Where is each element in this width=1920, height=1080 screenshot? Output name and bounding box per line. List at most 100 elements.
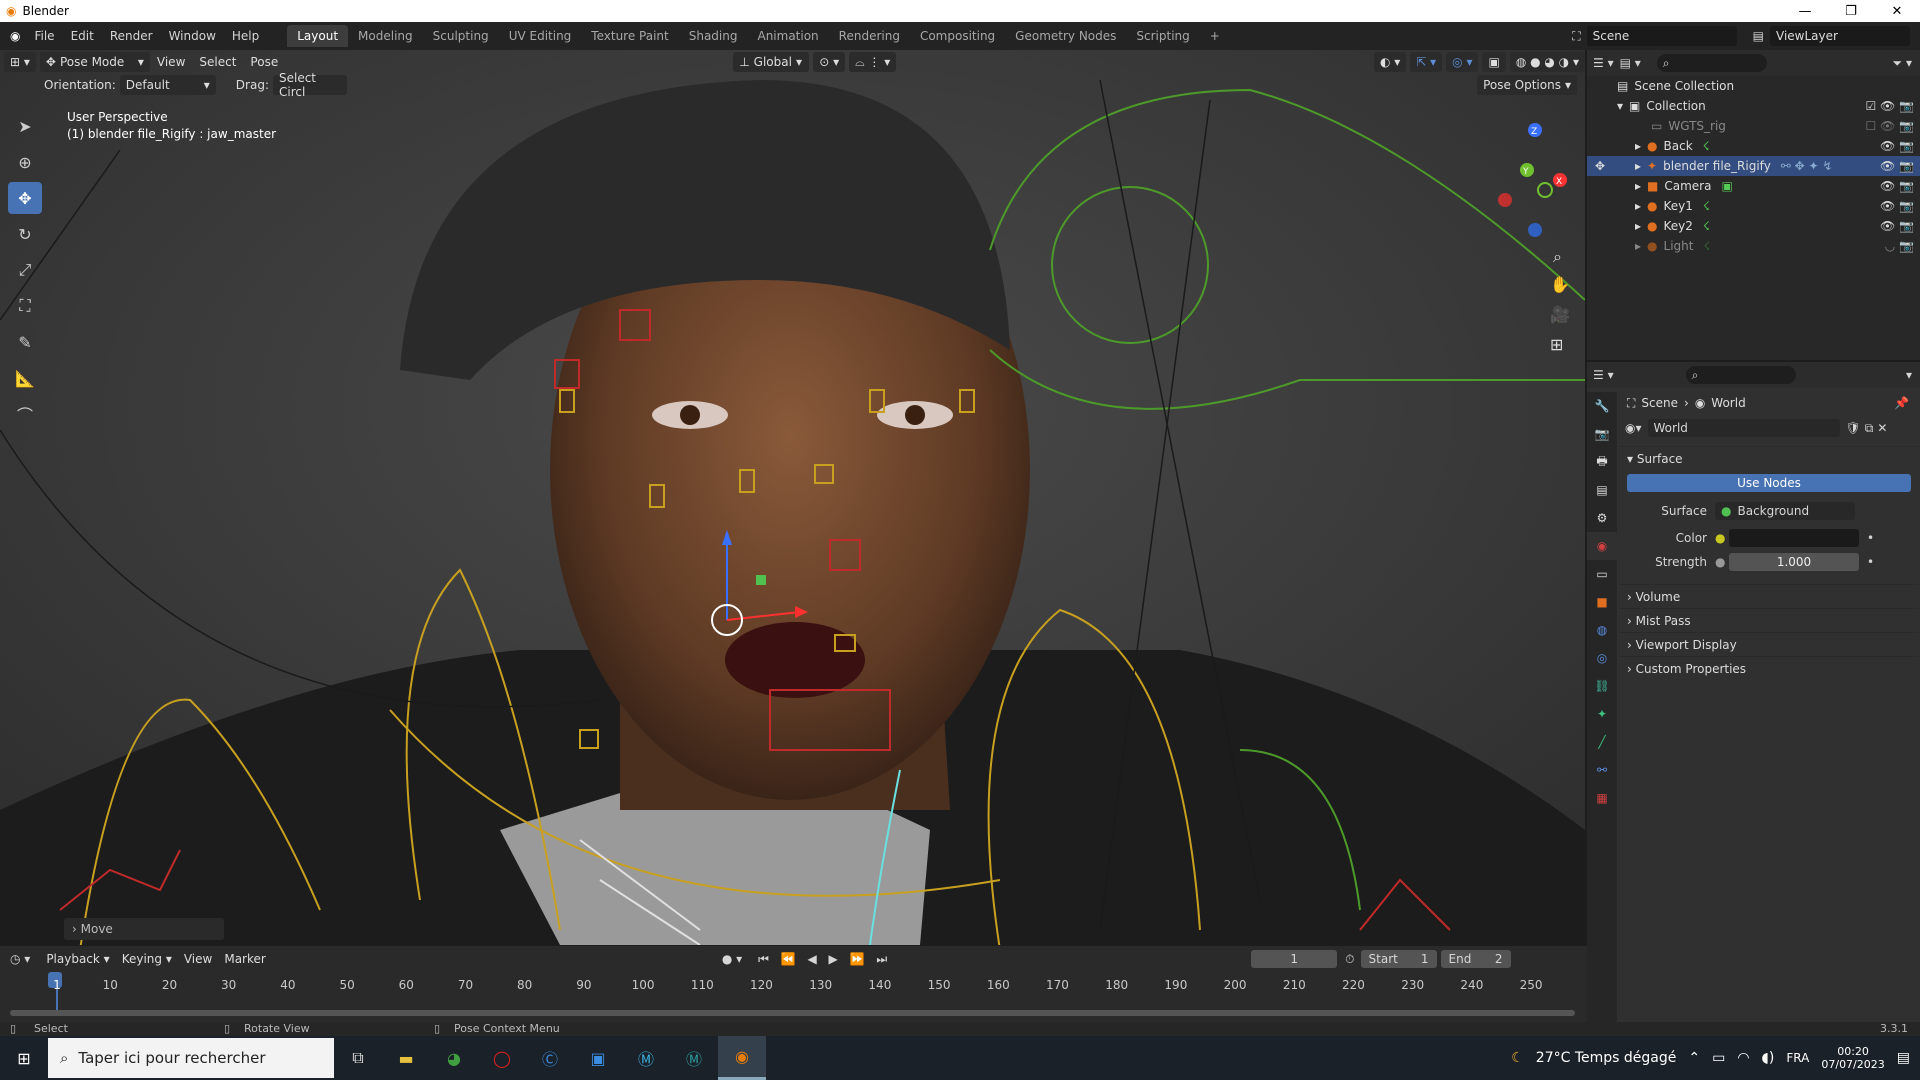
menu-playback[interactable]: Playback ▾ [40, 952, 115, 966]
outliner-item-rig[interactable]: ✥ ▸ ✦ blender file_Rigify ⚯ ✥ ✦ ↯ 👁 📷 [1587, 156, 1920, 176]
tab-uv-editing[interactable]: UV Editing [499, 25, 582, 47]
world-name-field[interactable]: World [1647, 419, 1840, 437]
weather-text[interactable]: 27°C Temps dégagé [1536, 1050, 1677, 1066]
maximize-button[interactable]: ❐ [1828, 4, 1874, 19]
menu-window[interactable]: Window [161, 29, 224, 43]
gizmo-toggle[interactable]: ⇱ ▾ [1410, 52, 1443, 72]
output-tab-icon[interactable]: 🖶 [1587, 448, 1617, 476]
surface-section[interactable]: ▾ Surface [1619, 446, 1919, 470]
tab-compositing[interactable]: Compositing [910, 25, 1005, 47]
modifier-tab-icon[interactable]: ◍ [1587, 616, 1617, 644]
outliner-collection[interactable]: ▾ ▣ Collection ☑ 👁 📷 [1587, 96, 1920, 116]
volume-icon[interactable]: ◖) [1762, 1050, 1775, 1066]
tool-tab-icon[interactable]: 🔧 [1587, 392, 1617, 420]
select-tool-icon[interactable]: ➤ [8, 110, 42, 142]
constraints-tab-icon[interactable]: ⛓ [1587, 672, 1617, 700]
menu-file[interactable]: File [26, 29, 62, 43]
tab-scripting[interactable]: Scripting [1126, 25, 1199, 47]
scene-selector[interactable]: Scene [1586, 26, 1737, 46]
use-nodes-button[interactable]: Use Nodes [1627, 474, 1911, 492]
view-layer-selector[interactable]: ViewLayer [1770, 26, 1910, 46]
color-swatch[interactable] [1729, 529, 1859, 547]
task-view-icon[interactable]: ⧉ [334, 1036, 382, 1080]
taskbar-search-input[interactable]: ⌕ Taper ici pour rechercher [48, 1038, 334, 1078]
viewport-display-section[interactable]: › Viewport Display [1619, 632, 1919, 656]
bone-constraint-tab-icon[interactable]: ⚯ [1587, 756, 1617, 784]
overlay-toggle[interactable]: ◎ ▾ [1446, 52, 1479, 72]
menu-marker[interactable]: Marker [218, 952, 271, 966]
network-icon[interactable]: ▭ [1712, 1050, 1725, 1066]
pose-options-button[interactable]: Pose Options ▾ [1477, 75, 1577, 95]
minimize-button[interactable]: — [1782, 4, 1828, 19]
chevron-up-icon[interactable]: ⌃ [1688, 1050, 1700, 1066]
close-button[interactable]: ✕ [1874, 4, 1920, 19]
visibility-controls[interactable]: 👁 📷 [1880, 139, 1914, 153]
properties-search-input[interactable]: ⌕ [1685, 366, 1796, 384]
pivot-selector[interactable]: ⊙ ▾ [813, 52, 846, 72]
visibility-controls[interactable]: ☐ 👁 📷 [1865, 119, 1914, 133]
transform-tool-icon[interactable]: ⛶ [8, 290, 42, 322]
mist-pass-section[interactable]: › Mist Pass [1619, 608, 1919, 632]
tab-animation[interactable]: Animation [747, 25, 828, 47]
tab-shading[interactable]: Shading [679, 25, 748, 47]
armature-data-tab-icon[interactable]: ✦ [1587, 700, 1617, 728]
app-m-icon[interactable]: Ⓜ [622, 1036, 670, 1080]
relax-pose-tool-icon[interactable]: ⌒ [8, 398, 42, 430]
editor-type-button[interactable]: ⊞ ▾ [4, 52, 36, 72]
3d-viewport[interactable]: ⊞ ▾ ✥ Pose Mode ▾ View Select Pose ⊥ Global… [0, 50, 1585, 945]
pan-icon[interactable]: ✋ [1550, 275, 1570, 294]
camera-view-icon[interactable]: 🎥 [1550, 305, 1570, 324]
tab-layout[interactable]: Layout [287, 25, 349, 47]
record-icon[interactable]: ● ▾ [722, 952, 742, 966]
outliner-scene-collection[interactable]: ▤ Scene Collection [1587, 76, 1920, 96]
bone-tab-icon[interactable]: ╱ [1587, 728, 1617, 756]
weather-icon[interactable]: ☾ [1511, 1050, 1524, 1066]
surface-shader-field[interactable]: ● Background [1715, 502, 1855, 520]
render-tab-icon[interactable]: 📷 [1587, 420, 1617, 448]
menu-help[interactable]: Help [224, 29, 267, 43]
file-explorer-icon[interactable]: ▬ [382, 1036, 430, 1080]
scale-tool-icon[interactable]: ⤢ [8, 254, 42, 286]
tab-rendering[interactable]: Rendering [829, 25, 910, 47]
visibility-controls[interactable]: 👁 📷 [1880, 219, 1914, 233]
outliner-item-back[interactable]: ▸ ● Back ☇ 👁 📷 [1587, 136, 1920, 156]
language-indicator[interactable]: FRA [1786, 1051, 1809, 1065]
timeline[interactable]: ◷ ▾ Playback ▾ Keying ▾ View Marker ● ▾ … [0, 946, 1587, 1032]
annotate-tool-icon[interactable]: ✎ [8, 326, 42, 358]
cursor-tool-icon[interactable]: ⊕ [8, 146, 42, 178]
menu-pose[interactable]: Pose [243, 55, 285, 69]
menu-keying[interactable]: Keying ▾ [116, 952, 178, 966]
keyframe-dot-icon[interactable]: • [1867, 555, 1874, 569]
ccleaner-icon[interactable]: Ⓒ [526, 1036, 574, 1080]
wifi-icon[interactable]: ◠ [1737, 1050, 1749, 1066]
menu-render[interactable]: Render [102, 29, 161, 43]
rotate-tool-icon[interactable]: ↻ [8, 218, 42, 250]
visibility-selector[interactable]: ◐ ▾ [1373, 52, 1407, 72]
chrome-icon[interactable]: ◕ [430, 1036, 478, 1080]
playback-controls[interactable]: ⏮ ⏪ ◀ ▶ ⏩ ⏭ [758, 952, 891, 967]
outliner-editor-icon[interactable]: ☰ ▾ [1593, 56, 1614, 70]
unlink-icon[interactable]: ✕ [1877, 421, 1887, 435]
orientation-selector[interactable]: Default ▾ [119, 75, 216, 95]
filter-icon[interactable]: ⏷ ▾ [1893, 56, 1912, 71]
visibility-controls[interactable]: 👁 📷 [1880, 199, 1914, 213]
blender-taskbar-icon[interactable]: ◉ [718, 1036, 766, 1080]
measure-tool-icon[interactable]: 📐 [8, 362, 42, 394]
duplicate-icon[interactable]: ⧉ [1865, 421, 1874, 436]
outliner-item-camera[interactable]: ▸ ■ Camera ▣ 👁 📷 [1587, 176, 1920, 196]
preview-range-icon[interactable]: ⏱ [1345, 952, 1354, 967]
app-m2-icon[interactable]: Ⓜ [670, 1036, 718, 1080]
display-mode-icon[interactable]: ▤ ▾ [1620, 56, 1641, 70]
chevron-down-icon[interactable]: ▾ [1906, 368, 1912, 382]
drag-selector[interactable]: Select Circl [272, 71, 347, 99]
texture-tab-icon[interactable]: ▦ [1587, 784, 1617, 812]
perspective-toggle-icon[interactable]: ⊞ [1550, 335, 1563, 354]
view-layer-tab-icon[interactable]: ▤ [1587, 476, 1617, 504]
world-browse-icon[interactable]: ◉▾ [1625, 421, 1642, 435]
snap-toggle[interactable]: ⌓ ⋮ ▾ [849, 52, 897, 72]
outliner-item-light[interactable]: ▸ ● Light ☇ ◡ 📷 [1587, 236, 1920, 256]
xray-toggle[interactable]: ▣ [1482, 52, 1506, 72]
strength-field[interactable]: 1.000 [1729, 553, 1859, 571]
tab-texture-paint[interactable]: Texture Paint [581, 25, 678, 47]
visibility-controls[interactable]: 👁 📷 [1880, 179, 1914, 193]
